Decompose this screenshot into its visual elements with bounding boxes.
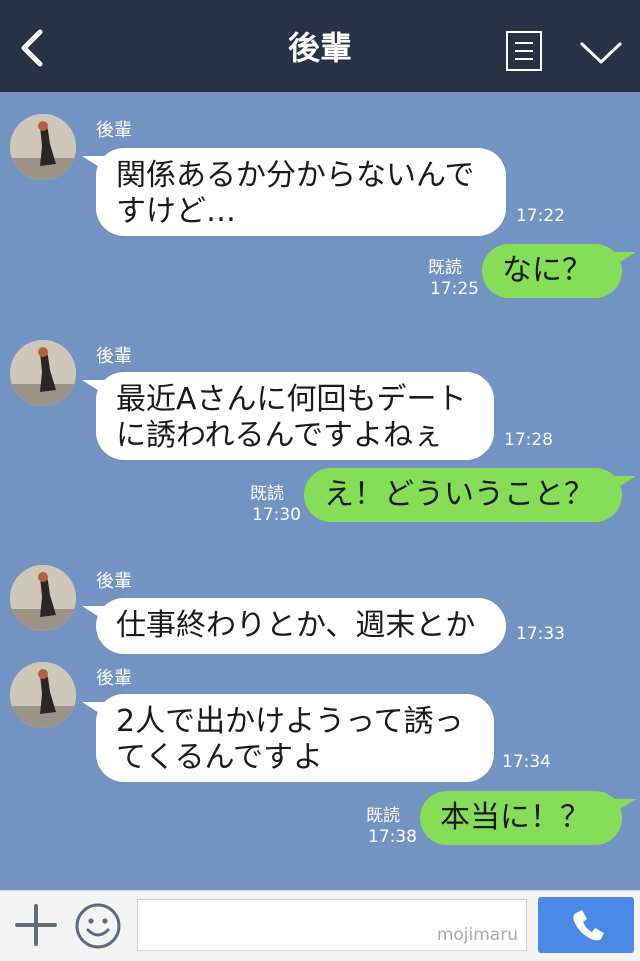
message-list[interactable]: 後輩 関係あるか分からないんで すけど… 17:22 既読 17:25 なに？ … bbox=[0, 92, 640, 890]
sender-name: 後輩 bbox=[96, 571, 132, 592]
chat-header: 後輩 bbox=[0, 0, 640, 92]
message-input[interactable]: mojimaru bbox=[137, 899, 527, 951]
avatar[interactable] bbox=[10, 565, 76, 631]
message-bubble[interactable]: 最近Aさんに何回もデート に誘われるんですよねぇ bbox=[82, 372, 494, 460]
message-bubble[interactable]: 本当に！？ bbox=[420, 791, 636, 845]
phone-icon bbox=[573, 910, 604, 941]
sender-name: 後輩 bbox=[96, 668, 132, 689]
read-receipt: 既読 bbox=[428, 258, 462, 278]
plus-icon[interactable] bbox=[14, 903, 58, 947]
message-line: に誘われるんですよねぇ bbox=[116, 418, 443, 453]
read-receipt: 既読 bbox=[250, 484, 284, 504]
message-time: 17:34 bbox=[502, 752, 551, 772]
message-time: 17:30 bbox=[252, 505, 301, 525]
message-bubble[interactable]: 2人で出かけようって誘っ てくるんですよ bbox=[82, 694, 494, 782]
sender-name: 後輩 bbox=[96, 346, 132, 367]
message-line: 2人で出かけようって誘っ bbox=[116, 704, 464, 739]
avatar[interactable] bbox=[10, 114, 76, 180]
avatar[interactable] bbox=[10, 662, 76, 728]
message-time: 17:38 bbox=[368, 827, 417, 847]
message-bubble[interactable]: なに？ bbox=[482, 244, 636, 298]
message-time: 17:28 bbox=[504, 430, 553, 450]
message-line: 仕事終わりとか、週末とか bbox=[116, 608, 476, 643]
message-bubble[interactable]: え！どういうこと？ bbox=[304, 468, 636, 522]
chat-title: 後輩 bbox=[287, 29, 352, 67]
watermark: mojimaru bbox=[436, 925, 518, 945]
chevron-down-icon[interactable] bbox=[578, 34, 624, 70]
list-icon[interactable] bbox=[506, 31, 542, 71]
sender-name: 後輩 bbox=[96, 120, 132, 141]
call-button[interactable] bbox=[538, 897, 634, 953]
message-time: 17:25 bbox=[430, 279, 479, 299]
message-bubble[interactable]: 関係あるか分からないんで すけど… bbox=[82, 148, 506, 236]
input-bar: mojimaru bbox=[0, 890, 640, 961]
message-time: 17:22 bbox=[516, 206, 565, 226]
message-line: てくるんですよ bbox=[116, 740, 323, 775]
message-time: 17:33 bbox=[516, 624, 565, 644]
smile-icon[interactable] bbox=[74, 902, 122, 950]
message-bubble[interactable]: 仕事終わりとか、週末とか bbox=[82, 598, 506, 654]
message-line: 最近Aさんに何回もデート bbox=[116, 382, 467, 417]
avatar[interactable] bbox=[10, 340, 76, 406]
message-line: すけど… bbox=[116, 194, 236, 229]
read-receipt: 既読 bbox=[366, 806, 400, 826]
message-line: 関係あるか分からないんで bbox=[116, 158, 475, 193]
